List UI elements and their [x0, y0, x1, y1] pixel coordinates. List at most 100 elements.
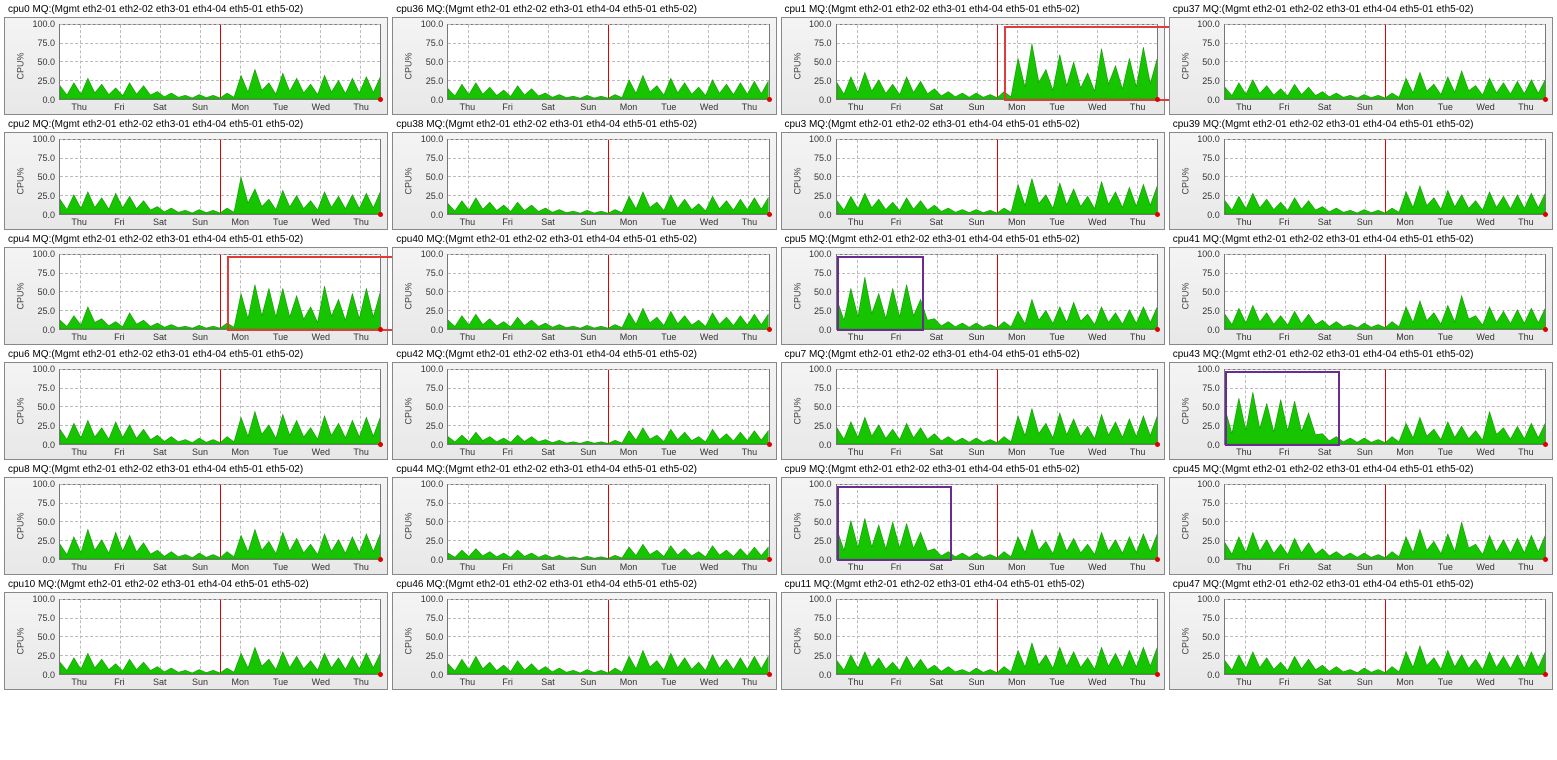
chart-title: cpu6 MQ:(Mgmt eth2-01 eth2-02 eth3-01 et…	[8, 349, 388, 360]
y-tick: 100.0	[32, 364, 55, 374]
plot-area	[447, 369, 769, 445]
chart-title: cpu45 MQ:(Mgmt eth2-01 eth2-02 eth3-01 e…	[1173, 464, 1553, 475]
y-tick: 75.0	[1202, 613, 1220, 623]
x-tick: Mon	[232, 332, 250, 342]
y-tick: 0.0	[1207, 670, 1220, 680]
x-tick: Sun	[192, 332, 208, 342]
y-tick: 50.0	[37, 402, 55, 412]
chart-title: cpu39 MQ:(Mgmt eth2-01 eth2-02 eth3-01 e…	[1173, 119, 1553, 130]
x-tick: Tue	[661, 562, 676, 572]
chart-title: cpu10 MQ:(Mgmt eth2-01 eth2-02 eth3-01 e…	[8, 579, 388, 590]
chart-box: CPU%0.025.050.075.0100.0ThuFriSatSunMonT…	[1169, 247, 1553, 345]
x-tick: Fri	[1279, 332, 1290, 342]
x-tick: Tue	[273, 447, 288, 457]
y-tick: 75.0	[814, 383, 832, 393]
x-tick: Sat	[1318, 217, 1332, 227]
y-axis-label: CPU%	[792, 282, 802, 309]
x-tick: Sun	[192, 102, 208, 112]
chart-cell-cpu2: cpu2 MQ:(Mgmt eth2-01 eth2-02 eth3-01 et…	[4, 119, 388, 230]
plot-area	[1224, 369, 1546, 445]
x-tick: Sun	[968, 447, 984, 457]
y-tick: 25.0	[37, 651, 55, 661]
y-axis-label: CPU%	[404, 52, 414, 79]
y-tick: 75.0	[426, 383, 444, 393]
x-tick: Thu	[742, 562, 758, 572]
x-tick: Thu	[71, 217, 87, 227]
y-tick: 50.0	[1202, 517, 1220, 527]
x-tick: Fri	[891, 562, 902, 572]
chart-box: CPU%0.025.050.075.0100.0ThuFriSatSunMonT…	[781, 247, 1165, 345]
plot-area	[1224, 254, 1546, 330]
y-axis-label: CPU%	[16, 512, 26, 539]
y-tick: 25.0	[426, 306, 444, 316]
x-tick: Tue	[661, 332, 676, 342]
x-tick: Sun	[192, 217, 208, 227]
x-tick: Mon	[1396, 447, 1414, 457]
x-tick: Wed	[700, 447, 718, 457]
x-tick: Tue	[1049, 562, 1064, 572]
chart-cell-cpu10: cpu10 MQ:(Mgmt eth2-01 eth2-02 eth3-01 e…	[4, 579, 388, 690]
y-tick: 75.0	[37, 153, 55, 163]
chart-box: CPU%0.025.050.075.0100.0ThuFriSatSunMonT…	[781, 592, 1165, 690]
y-tick: 75.0	[37, 498, 55, 508]
x-tick: Sat	[153, 562, 167, 572]
y-tick: 0.0	[431, 95, 444, 105]
x-tick: Fri	[502, 217, 513, 227]
x-tick: Thu	[848, 447, 864, 457]
y-tick: 75.0	[1202, 38, 1220, 48]
chart-box: CPU%0.025.050.075.0100.0ThuFriSatSunMonT…	[781, 362, 1165, 460]
chart-box: CPU%0.025.050.075.0100.0ThuFriSatSunMonT…	[4, 592, 388, 690]
x-tick: Sun	[580, 677, 596, 687]
x-tick: Thu	[460, 677, 476, 687]
y-tick: 100.0	[1197, 134, 1220, 144]
x-tick: Fri	[1279, 677, 1290, 687]
x-tick: Thu	[460, 562, 476, 572]
y-tick: 50.0	[37, 632, 55, 642]
y-tick: 50.0	[426, 172, 444, 182]
chart-cell-cpu6: cpu6 MQ:(Mgmt eth2-01 eth2-02 eth3-01 et…	[4, 349, 388, 460]
chart-cell-cpu46: cpu46 MQ:(Mgmt eth2-01 eth2-02 eth3-01 e…	[392, 579, 776, 690]
y-tick: 75.0	[1202, 153, 1220, 163]
x-tick: Wed	[1476, 332, 1494, 342]
chart-box: CPU%0.025.050.075.0100.0ThuFriSatSunMonT…	[4, 17, 388, 115]
y-tick: 50.0	[37, 517, 55, 527]
x-tick: Thu	[353, 102, 369, 112]
chart-title: cpu46 MQ:(Mgmt eth2-01 eth2-02 eth3-01 e…	[396, 579, 776, 590]
y-tick: 100.0	[1197, 249, 1220, 259]
y-tick: 75.0	[426, 613, 444, 623]
chart-title: cpu0 MQ:(Mgmt eth2-01 eth2-02 eth3-01 et…	[8, 4, 388, 15]
y-tick: 50.0	[814, 402, 832, 412]
plot-area	[447, 24, 769, 100]
y-tick: 75.0	[426, 498, 444, 508]
x-tick: Thu	[353, 562, 369, 572]
x-tick: Tue	[1049, 217, 1064, 227]
x-tick: Fri	[1279, 217, 1290, 227]
x-tick: Thu	[460, 102, 476, 112]
y-tick: 50.0	[426, 287, 444, 297]
x-tick: Mon	[1396, 332, 1414, 342]
y-tick: 100.0	[809, 364, 832, 374]
y-tick: 25.0	[37, 421, 55, 431]
plot-area	[1224, 24, 1546, 100]
chart-title: cpu40 MQ:(Mgmt eth2-01 eth2-02 eth3-01 e…	[396, 234, 776, 245]
plot-area	[1224, 484, 1546, 560]
y-tick: 25.0	[37, 536, 55, 546]
y-tick: 100.0	[1197, 19, 1220, 29]
x-tick: Fri	[891, 332, 902, 342]
chart-title: cpu41 MQ:(Mgmt eth2-01 eth2-02 eth3-01 e…	[1173, 234, 1553, 245]
plot-area	[59, 139, 381, 215]
chart-box: CPU%0.025.050.075.0100.0ThuFriSatSunMonT…	[1169, 17, 1553, 115]
y-tick: 50.0	[1202, 287, 1220, 297]
x-tick: Thu	[848, 332, 864, 342]
x-tick: Tue	[661, 447, 676, 457]
x-tick: Wed	[700, 562, 718, 572]
x-tick: Mon	[620, 447, 638, 457]
chart-cell-cpu9: cpu9 MQ:(Mgmt eth2-01 eth2-02 eth3-01 et…	[781, 464, 1165, 575]
plot-area	[59, 484, 381, 560]
y-tick: 25.0	[814, 536, 832, 546]
chart-title: cpu36 MQ:(Mgmt eth2-01 eth2-02 eth3-01 e…	[396, 4, 776, 15]
y-tick: 25.0	[1202, 76, 1220, 86]
x-tick: Wed	[1088, 217, 1106, 227]
y-tick: 100.0	[421, 594, 444, 604]
y-tick: 75.0	[426, 268, 444, 278]
